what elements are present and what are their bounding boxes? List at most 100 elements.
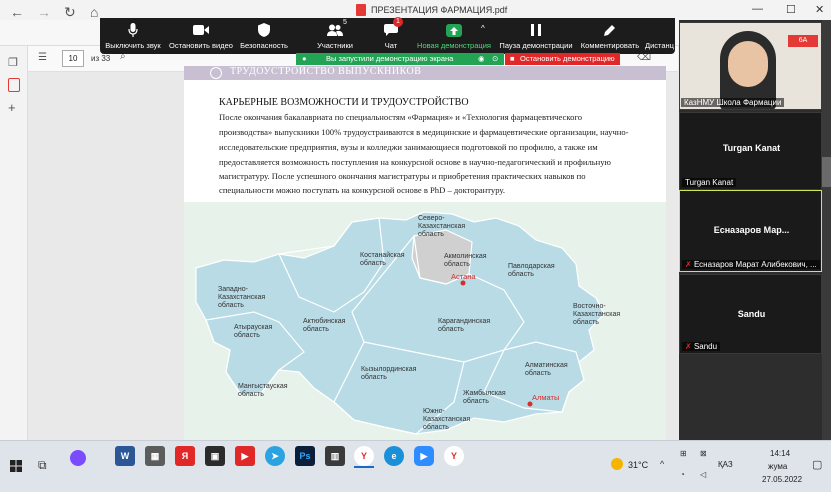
page-number-input[interactable]: 10 (62, 50, 84, 67)
pause-share-button[interactable]: Пауза демонстрации (498, 18, 574, 54)
pause-icon (528, 23, 544, 37)
region-label: Восточно-Казахстанская область (573, 303, 621, 326)
annotate-label: Комментировать (580, 41, 640, 50)
temperature[interactable]: 31°C (628, 460, 648, 470)
pdf-icon (356, 4, 366, 16)
panel-scrollbar[interactable] (822, 20, 831, 440)
browser-tab[interactable]: ПРЕЗЕНТАЦИЯ ФАРМАЦИЯ.pdf (356, 4, 507, 16)
region-label: Костанайская область (360, 252, 405, 267)
annotate-button[interactable]: Комментировать (578, 18, 642, 54)
reload-icon[interactable]: ↻ (64, 4, 76, 21)
chat-label: Чат (384, 41, 398, 50)
edge-icon[interactable]: e (384, 446, 404, 466)
forward-icon[interactable]: → (37, 4, 51, 20)
photoshop-icon[interactable]: Ps (295, 446, 315, 466)
panel-scroll-thumb[interactable] (822, 157, 831, 187)
participant-label: КазНМУ Школа Фармации (681, 98, 785, 107)
more-icon (645, 23, 661, 37)
muted-mic-icon: ✗ (685, 342, 692, 351)
participant-tile[interactable]: Turgan Kanat Turgan Kanat (679, 112, 822, 190)
chat-button[interactable]: 1 Чат (376, 17, 406, 54)
clock-time[interactable]: 14:14 (770, 449, 790, 458)
participants-count: 5 (343, 19, 347, 26)
participant-label: ✗ Sandu (682, 342, 721, 351)
microphone-icon (125, 23, 141, 37)
yandex-browser-icon[interactable]: Y (354, 446, 374, 466)
security-label: Безопасность (240, 41, 288, 50)
language-indicator[interactable]: ҚАЗ (718, 460, 733, 469)
region-label: Атырауская область (234, 324, 273, 339)
region-label: Западно-Казахстанская область (218, 286, 266, 309)
paragraph-line: производства» выпускники 100% трудоустра… (219, 127, 629, 137)
youtube-icon[interactable]: ▶ (235, 446, 255, 466)
task-view-icon[interactable]: ⧉ (38, 458, 47, 473)
new-share-label: Новая демонстрация (417, 41, 491, 50)
green-dot-icon: ● (302, 54, 307, 63)
participant-tile[interactable]: Sandu ✗ Sandu (679, 274, 822, 354)
sharing-status-text: Вы запустили демонстрацию экрана (326, 54, 454, 63)
participants-label: Участники (317, 41, 353, 50)
wifi-icon[interactable]: ◔ (680, 470, 685, 479)
participant-tile-active[interactable]: Есназаров Мар... ✗ Есназаров Марат Алибе… (679, 190, 822, 272)
muted-mic-icon: ✗ (685, 260, 692, 269)
messenger-icon[interactable]: ▣ (205, 446, 225, 466)
stop-share-label: Остановить демонстрацию (520, 54, 615, 63)
region-label: Жамбылская область (463, 390, 506, 405)
region-label: Павлодарская область (508, 263, 555, 278)
paragraph-line: исследовательские предприятия, вузы и ко… (219, 142, 598, 152)
participant-label: ✗ Есназаров Марат Алибекович, ... (682, 260, 820, 269)
pause-share-label: Пауза демонстрации (499, 41, 573, 50)
speaker-icon[interactable]: ◁ (700, 470, 706, 479)
video-background-sign: 6A (788, 35, 818, 47)
pdf-sidebar-icon[interactable] (8, 78, 20, 92)
stop-video-label: Остановить видео (169, 41, 233, 50)
astana-dot (460, 280, 466, 286)
region-label: Актюбинская область (303, 318, 346, 333)
stop-video-button[interactable]: Остановить видео (168, 18, 234, 54)
file-explorer-icon[interactable]: ▥ (325, 446, 345, 466)
participant-tile-video[interactable]: 6A КазНМУ Школа Фармации (679, 22, 822, 110)
maximize-icon[interactable]: ☐ (786, 3, 796, 16)
home-icon[interactable]: ⌂ (90, 4, 98, 20)
participant-name: Turgan Kanat (722, 143, 781, 153)
paragraph-line: специальности можно поступать на конкурс… (219, 185, 505, 195)
tray-icon[interactable]: ⊞ (680, 449, 687, 458)
more-button[interactable]: Дистанц (645, 18, 675, 54)
chat-badge: 1 (393, 17, 403, 27)
minimize-icon[interactable]: — (752, 3, 763, 15)
paragraph-line: магистратуру. После успешного окончания … (219, 171, 586, 181)
back-icon[interactable]: ← (10, 4, 24, 20)
security-button[interactable]: Безопасность (238, 18, 290, 54)
chevron-up-icon[interactable]: ^ (481, 24, 485, 33)
chevron-up-icon[interactable]: ^ (660, 459, 664, 469)
word-icon[interactable]: W (115, 446, 135, 466)
tabs-icon[interactable]: ❐ (8, 56, 18, 69)
notifications-icon[interactable]: ▢ (812, 458, 822, 471)
active-app-indicator (354, 466, 374, 468)
region-label: Акмолинская область (444, 253, 487, 268)
alice-assistant-icon[interactable] (70, 450, 86, 466)
windows-start-icon[interactable] (10, 460, 22, 474)
telegram-icon[interactable]: ➤ (265, 446, 285, 466)
zoom-app-icon[interactable]: ▶ (414, 446, 434, 466)
stop-share-button[interactable]: ■ Остановить демонстрацию (505, 53, 620, 65)
region-label: Алматинская область (525, 362, 568, 377)
region-label: Мангыстауская область (238, 383, 288, 398)
yandex-icon[interactable]: Я (175, 446, 195, 466)
region-label: Кызылординская область (361, 366, 417, 381)
more-label: Дистанц (645, 41, 674, 50)
close-icon[interactable]: ✕ (815, 3, 824, 16)
region-label: Южно-Казахстанская область (423, 408, 471, 431)
tray-icon[interactable]: ⊠ (700, 449, 707, 458)
region-label: Северо-Казахстанская область (418, 215, 466, 238)
store-icon[interactable]: ▦ (145, 446, 165, 466)
yandex-browser-icon-2[interactable]: Y (444, 446, 464, 466)
contents-icon[interactable]: ☰ (38, 52, 47, 63)
participants-button[interactable]: 5 Участники (310, 18, 360, 54)
add-icon[interactable]: + (8, 100, 16, 115)
sharing-status-banner: ● Вы запустили демонстрацию экрана ◉ ⊙ (296, 53, 504, 65)
clock-date: 27.05.2022 (762, 475, 803, 484)
mute-button[interactable]: Выключить звук (104, 18, 162, 54)
video-person-face (728, 41, 768, 87)
weather-sun-icon (611, 458, 623, 470)
